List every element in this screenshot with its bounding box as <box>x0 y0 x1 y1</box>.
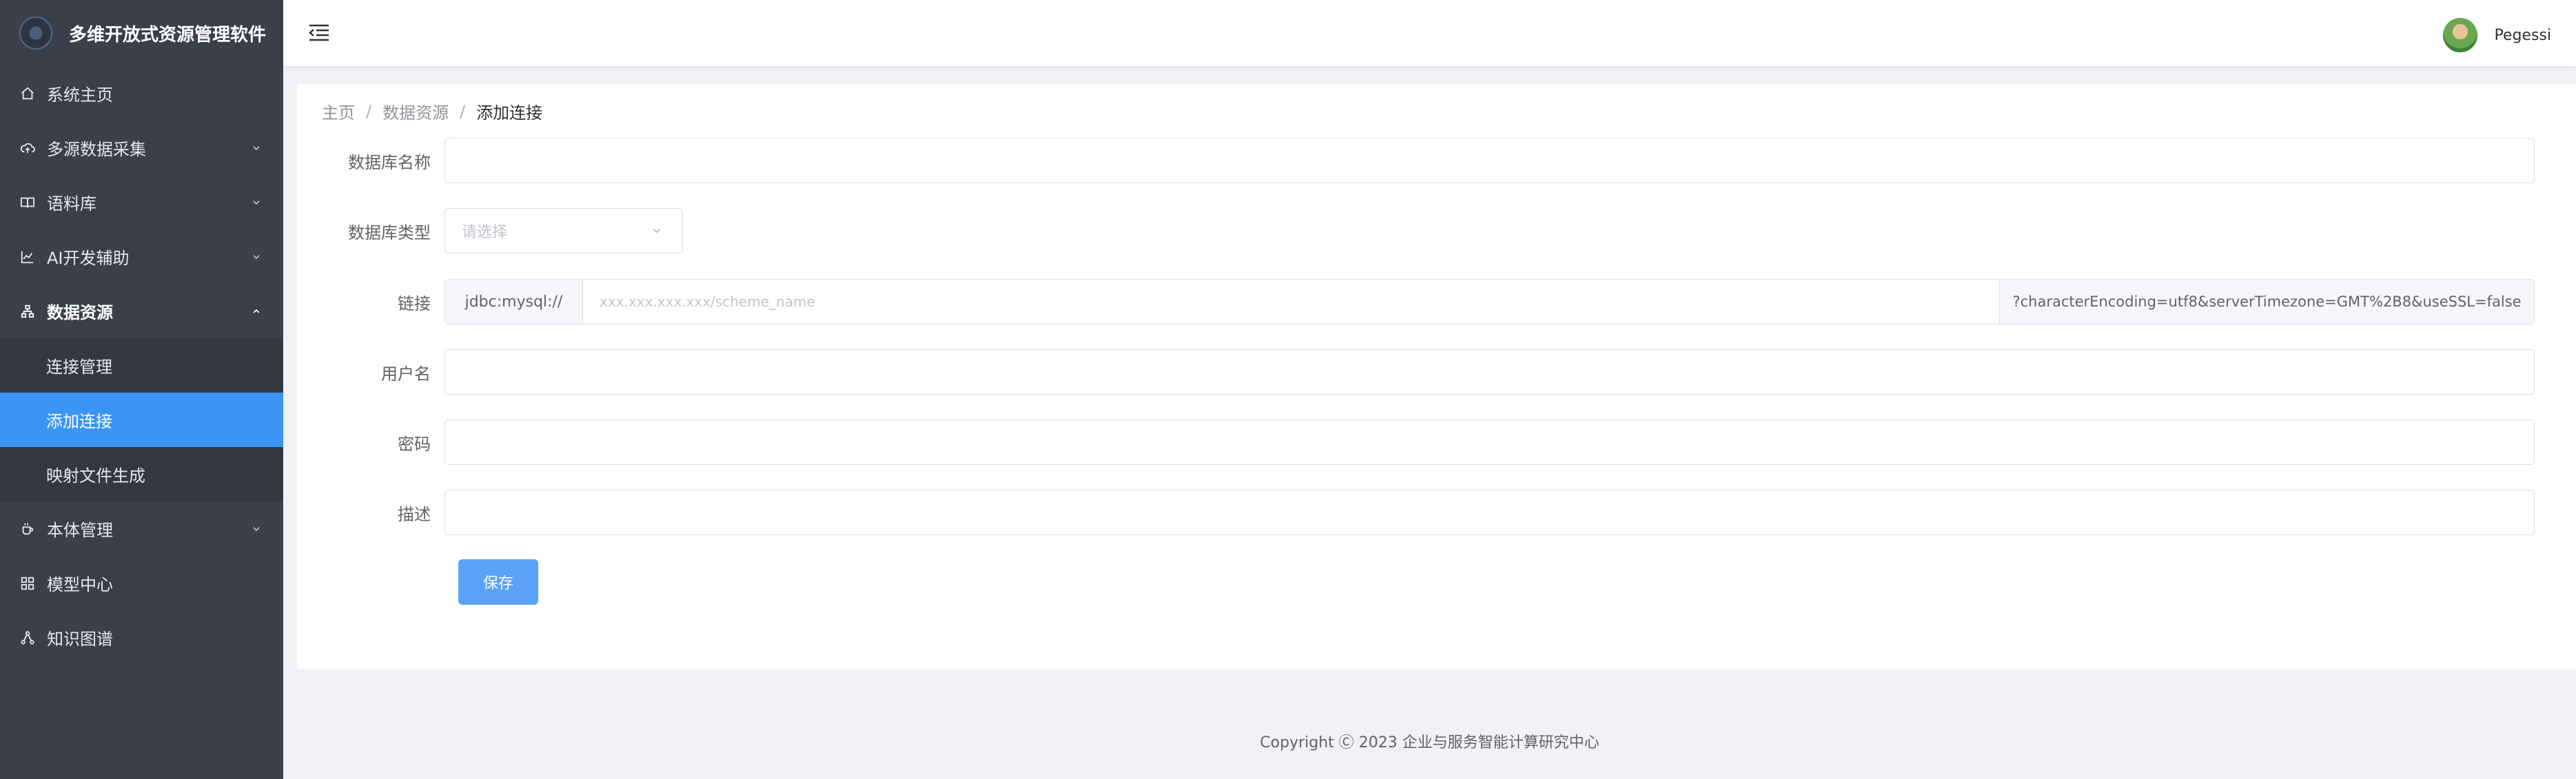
db-name-label: 数据库名称 <box>348 152 431 172</box>
sidebar-item-knowledge-graph[interactable]: 知识图谱 <box>0 610 283 665</box>
chevron-down-icon <box>249 195 264 210</box>
graph-icon <box>19 630 36 646</box>
sidebar-item-label: 语料库 <box>47 194 96 214</box>
chevron-down-icon <box>249 249 264 264</box>
chevron-down-icon <box>249 521 264 537</box>
sidebar-item-label: 本体管理 <box>47 521 113 540</box>
username-row: 用户名 <box>297 349 2576 395</box>
avatar <box>2443 18 2478 52</box>
sidebar-item-label: 知识图谱 <box>47 630 113 649</box>
brand[interactable]: 多维开放式资源管理软件 <box>0 0 283 66</box>
breadcrumb-home[interactable]: 主页 <box>322 99 355 123</box>
app-title: 多维开放式资源管理软件 <box>69 24 267 45</box>
link-suffix: ?characterEncoding=utf8&serverTimezone=G… <box>1999 280 2534 324</box>
chevron-down-icon <box>249 141 264 156</box>
sidebar-subitem-add-connection[interactable]: 添加连接 <box>0 393 283 447</box>
chevron-down-icon <box>651 223 666 238</box>
link-input-group: jdbc:mysql:// ?characterEncoding=utf8&se… <box>444 279 2535 324</box>
chevron-up-icon <box>249 304 264 319</box>
top-header: Pegessi <box>283 0 2576 66</box>
breadcrumb-data-resources[interactable]: 数据资源 <box>382 99 449 123</box>
grid-icon <box>19 575 36 592</box>
sidebar-item-home[interactable]: 系统主页 <box>0 66 283 121</box>
breadcrumb-separator: / <box>460 101 466 121</box>
username-label: 用户名 <box>381 364 431 384</box>
description-input[interactable] <box>444 490 2535 535</box>
sidebar-subitem-connection-management[interactable]: 连接管理 <box>0 338 283 393</box>
sidebar-item-model-center[interactable]: 模型中心 <box>0 556 283 610</box>
sidebar-item-label: 添加连接 <box>46 412 112 431</box>
sidebar-item-label: 映射文件生成 <box>46 466 145 486</box>
sidebar-item-label: 多源数据采集 <box>47 140 146 159</box>
link-input[interactable] <box>583 280 1999 324</box>
sidebar-item-ontology[interactable]: 本体管理 <box>0 501 283 556</box>
home-icon <box>19 85 36 102</box>
db-type-select[interactable]: 请选择 <box>444 208 683 253</box>
sidebar-item-label: 系统主页 <box>47 85 113 105</box>
collapse-menu-icon[interactable] <box>308 21 331 45</box>
book-icon <box>19 194 36 211</box>
sidebar-item-ai-dev[interactable]: AI开发辅助 <box>0 229 283 284</box>
cloud-upload-icon <box>19 140 36 156</box>
save-button[interactable]: 保存 <box>458 559 538 605</box>
logo-icon <box>19 17 52 50</box>
sidebar-item-label: 连接管理 <box>46 357 112 377</box>
link-label: 链接 <box>398 293 431 313</box>
breadcrumb-separator: / <box>366 101 372 121</box>
sidebar-item-label: 数据资源 <box>47 303 113 322</box>
password-input[interactable] <box>444 419 2535 465</box>
hierarchy-icon <box>19 303 36 320</box>
breadcrumb-current: 添加连接 <box>476 103 543 123</box>
description-label: 描述 <box>398 504 431 524</box>
sidebar: 多维开放式资源管理软件 系统主页 多源数据采集 语料库 AI开发辅助 数据资源 … <box>0 0 283 779</box>
breadcrumb: 主页 / 数据资源 / 添加连接 <box>322 99 542 123</box>
link-row: 链接 jdbc:mysql:// ?characterEncoding=utf8… <box>297 279 2576 324</box>
sidebar-item-data-resources[interactable]: 数据资源 <box>0 284 283 338</box>
line-chart-icon <box>19 249 36 265</box>
username-input[interactable] <box>444 349 2535 395</box>
password-label: 密码 <box>398 434 431 454</box>
db-type-label: 数据库类型 <box>348 222 431 242</box>
db-name-input[interactable] <box>444 138 2535 183</box>
cup-icon <box>19 521 36 537</box>
sidebar-subitem-mapping-file[interactable]: 映射文件生成 <box>0 447 283 501</box>
footer-copyright: Copyright Ⓒ 2023 企业与服务智能计算研究中心 <box>1260 734 1599 751</box>
sidebar-item-label: 模型中心 <box>47 575 113 594</box>
description-row: 描述 <box>297 490 2576 535</box>
app-root: 多维开放式资源管理软件 系统主页 多源数据采集 语料库 AI开发辅助 数据资源 … <box>0 0 2576 779</box>
main-card: 主页 / 数据资源 / 添加连接 数据库名称 数据库类型 请选择 链接 jdbc… <box>297 84 2576 669</box>
link-prefix: jdbc:mysql:// <box>445 280 583 324</box>
sidebar-item-label: AI开发辅助 <box>47 249 130 268</box>
sidebar-item-data-collection[interactable]: 多源数据采集 <box>0 121 283 175</box>
db-type-placeholder: 请选择 <box>462 224 508 241</box>
username: Pegessi <box>2494 26 2551 44</box>
sidebar-item-corpus[interactable]: 语料库 <box>0 175 283 229</box>
password-row: 密码 <box>297 419 2576 465</box>
db-type-row: 数据库类型 请选择 <box>297 208 2576 253</box>
user-menu[interactable]: Pegessi <box>2443 18 2551 52</box>
db-name-row: 数据库名称 <box>297 138 2576 183</box>
